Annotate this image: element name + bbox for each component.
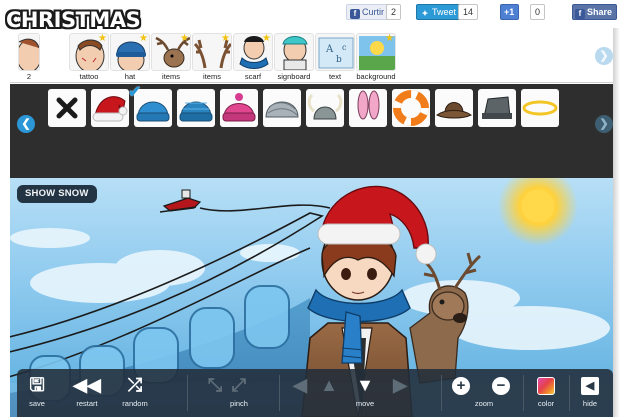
background-icon: ★	[356, 33, 396, 71]
item-life-ring[interactable]	[392, 89, 430, 127]
facebook-like-count: 2	[386, 4, 402, 20]
move-down-button[interactable]: ▼ move	[347, 369, 383, 417]
item-santa-hat[interactable]	[91, 89, 129, 127]
text-icon: Abc	[315, 33, 355, 71]
item-teal-beanie[interactable]	[177, 89, 215, 127]
reindeer-icon: ★	[151, 33, 191, 71]
restart-button[interactable]: ◀◀ restart	[69, 369, 105, 417]
category-tab-items[interactable]: ★ items	[151, 33, 191, 81]
move-right-button[interactable]: ▶	[389, 369, 411, 417]
category-tab-2[interactable]: 2	[18, 33, 40, 81]
category-label: items	[203, 72, 221, 81]
category-label: background	[356, 72, 396, 81]
floppy-disk-icon: 🖫	[29, 375, 45, 395]
item-cowboy-hat[interactable]	[435, 89, 473, 127]
items-prev-arrow-icon[interactable]: ❮	[17, 115, 35, 133]
signboard-icon	[274, 33, 314, 71]
category-tab-signboard[interactable]: signboard	[274, 33, 314, 81]
random-button[interactable]: ⤮ random	[117, 369, 153, 417]
tweet-button[interactable]: ✦ Tweet	[416, 4, 462, 20]
category-tab-tattoo[interactable]: ★ tattoo	[69, 33, 109, 81]
category-label: text	[328, 72, 342, 81]
item-pink-beanie[interactable]	[220, 89, 258, 127]
items-next-arrow-icon[interactable]: ❯	[595, 115, 613, 133]
star-icon: ★	[262, 33, 271, 44]
bottom-toolbar: 🖫 save ◀◀ restart ⤮ random ⤡ ⤢ pinch ◀ ▲…	[17, 369, 613, 417]
item-none-x[interactable]	[48, 89, 86, 127]
category-label: signboard	[277, 72, 311, 81]
star-icon: ★	[180, 33, 189, 44]
item-turban[interactable]	[263, 89, 301, 127]
tweet-count: 14	[458, 4, 479, 20]
sleigh-icon	[159, 189, 202, 213]
scarf-icon: ★	[233, 33, 273, 71]
facebook-icon: f	[350, 9, 360, 19]
toolbar-divider	[441, 375, 442, 411]
arrow-right-icon: ▶	[393, 375, 407, 395]
items-panel: ❮ ✔ ❯	[10, 84, 613, 178]
partial-face-icon	[18, 33, 40, 71]
hat-face-icon: ★	[110, 33, 150, 71]
item-halo[interactable]	[521, 89, 559, 127]
google-plus-count: 0	[530, 4, 546, 20]
pinch-button[interactable]: ⤢ pinch	[225, 369, 253, 417]
facebook-share-button[interactable]: f Share	[572, 4, 618, 20]
svg-text:b: b	[336, 55, 342, 65]
antlers-icon: ★	[192, 33, 232, 71]
toolbar-divider	[187, 375, 188, 411]
toolbar-divider	[569, 375, 570, 411]
move-up-button[interactable]: ▲	[317, 369, 341, 417]
svg-text:A: A	[325, 44, 334, 55]
category-label: hat	[124, 72, 136, 81]
category-tab-background[interactable]: ★ background	[356, 33, 396, 81]
color-palette-icon	[537, 377, 555, 396]
show-snow-button[interactable]: SHOW SNOW	[17, 185, 97, 203]
category-label: scarf	[244, 72, 262, 81]
save-button[interactable]: 🖫 save	[19, 369, 55, 417]
category-label: 2	[26, 72, 32, 81]
right-edge-shadow	[613, 28, 620, 417]
zoom-out-button[interactable]: −	[489, 369, 513, 417]
star-icon: ★	[139, 33, 148, 44]
minus-circle-icon: −	[492, 377, 510, 396]
tattoo-face-icon: ★	[69, 33, 109, 71]
star-icon: ★	[221, 33, 230, 44]
facebook-icon: f	[575, 9, 585, 19]
category-label: tattoo	[79, 72, 99, 81]
category-tab-text[interactable]: Ab c text	[315, 33, 355, 81]
zoom-in-button[interactable]: +	[449, 369, 473, 417]
google-plus-button[interactable]: +1	[500, 4, 520, 20]
star-icon: ★	[385, 33, 394, 44]
category-tab-scarf[interactable]: ★ scarf	[233, 33, 273, 81]
hide-button[interactable]: ◀ hide	[575, 369, 605, 417]
hide-panel-icon: ◀	[581, 377, 599, 396]
category-tab-hat[interactable]: ★ hat	[110, 33, 150, 81]
arrow-down-icon: ▼	[356, 375, 374, 395]
twitter-bird-icon: ✦	[421, 9, 429, 18]
star-icon: ★	[98, 33, 107, 44]
category-bar: ❮ 2★tattoo★hat★items★items★scarfsignboar…	[10, 28, 613, 83]
item-bunny-ears[interactable]	[349, 89, 387, 127]
svg-text:c: c	[342, 43, 347, 52]
category-label: items	[162, 72, 180, 81]
selected-check-icon: ✔	[128, 84, 142, 101]
category-next-arrow-icon[interactable]: ❯	[595, 47, 613, 65]
color-button[interactable]: color	[529, 369, 563, 417]
plus-circle-icon: +	[452, 377, 470, 396]
arrow-up-icon: ▲	[320, 375, 338, 395]
pinch-out-icon: ⤢	[231, 375, 247, 395]
item-grey-hat[interactable]	[478, 89, 516, 127]
shuffle-icon: ⤮	[127, 375, 143, 395]
facebook-like-button[interactable]: f Curtir	[346, 4, 389, 20]
app-logo: CHRISTMAS	[6, 8, 141, 32]
toolbar-divider	[279, 375, 280, 411]
move-left-button[interactable]: ◀	[289, 369, 311, 417]
arrow-left-icon: ◀	[293, 375, 307, 395]
app-window: f Curtir 2 ✦ Tweet 14 +1 0 f Share CHRISTMA…	[0, 0, 620, 417]
toolbar-divider	[523, 375, 524, 411]
item-viking-helmet[interactable]	[306, 89, 344, 127]
rewind-icon: ◀◀	[73, 375, 101, 395]
category-tab-items[interactable]: ★ items	[192, 33, 232, 81]
